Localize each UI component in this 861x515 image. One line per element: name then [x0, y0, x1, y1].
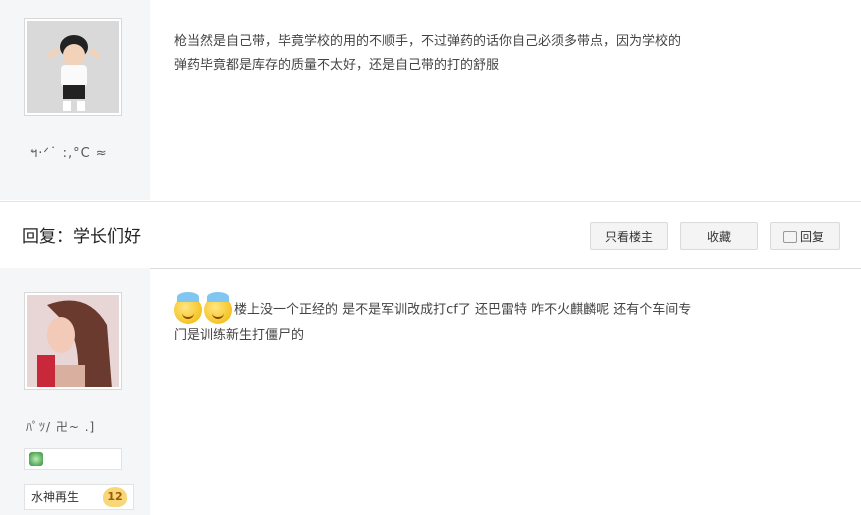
reply-button[interactable]: 回复 [770, 222, 840, 250]
child-photo-icon [27, 21, 119, 113]
sweat-emoji-icon [204, 292, 232, 324]
reply-header-bar: 回复：学长们好 只看楼主 收藏 回复 [0, 201, 861, 269]
post-text-line: 枪当然是自己带，毕竟学校的用的不顺手，不过弹药的话你自己必须多带点，因为学校的 [174, 34, 682, 49]
username[interactable]: ฯ·ᐟ˙ :,°C ≈ [30, 142, 108, 163]
post-text-line: 弹药毕竟都是库存的质量不太好，还是自己带的打的舒服 [174, 58, 500, 73]
level-tag[interactable]: 水神再生 12 [24, 484, 134, 510]
thread-title: 回复：学长们好 [22, 227, 141, 247]
post-content: 楼上没一个正经的 是不是军训改成打cf了 还巴雷特 咋不火麒麟呢 还有个车间专 … [174, 292, 841, 348]
post-2: ﾊﾟﾂ/ 卍~ .] 水神再生 12 楼上没一个正经的 是不是军训改成打cf了 … [0, 268, 861, 515]
comment-icon [783, 231, 797, 243]
level-title: 水神再生 [31, 490, 80, 504]
user-sidebar: ﾊﾟﾂ/ 卍~ .] 水神再生 12 [0, 268, 150, 515]
post-text-line: 门是训练新生打僵尸的 [174, 328, 305, 343]
favorite-button[interactable]: 收藏 [680, 222, 758, 250]
badge-row [24, 448, 122, 470]
only-op-button[interactable]: 只看楼主 [590, 222, 668, 250]
post-content: 枪当然是自己带，毕竟学校的用的不顺手，不过弹药的话你自己必须多带点，因为学校的 … [174, 30, 841, 78]
reply-button-label: 回复 [799, 230, 824, 244]
girl-photo-icon [27, 295, 119, 387]
post-text-line: 楼上没一个正经的 是不是军训改成打cf了 还巴雷特 咋不火麒麟呢 还有个车间专 [174, 292, 841, 324]
level-number: 12 [103, 487, 127, 507]
avatar[interactable] [24, 292, 122, 390]
avatar[interactable] [24, 18, 122, 116]
username[interactable]: ﾊﾟﾂ/ 卍~ .] [26, 418, 95, 435]
user-sidebar: ฯ·ᐟ˙ :,°C ≈ [0, 0, 150, 200]
badge-icon[interactable] [29, 452, 43, 466]
sweat-emoji-icon [174, 292, 202, 324]
post-text: 楼上没一个正经的 是不是军训改成打cf了 还巴雷特 咋不火麒麟呢 还有个车间专 [234, 302, 692, 318]
post-1: ฯ·ᐟ˙ :,°C ≈ 枪当然是自己带，毕竟学校的用的不顺手，不过弹药的话你自己… [0, 0, 861, 200]
